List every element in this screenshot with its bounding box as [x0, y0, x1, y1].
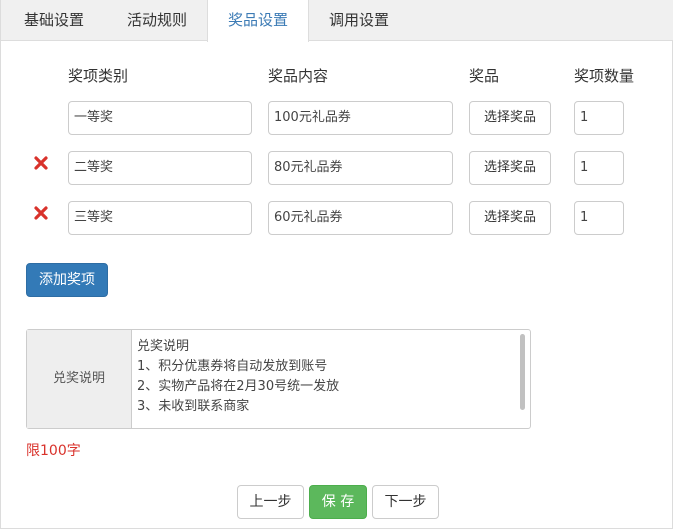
tab-bar: 基础设置 活动规则 奖品设置 调用设置: [1, 0, 673, 42]
redeem-description-textarea[interactable]: 兑奖说明 1、积分优惠券将自动发放到账号 2、实物产品将在2月30号统一发放 3…: [137, 337, 512, 417]
choose-prize-button[interactable]: 选择奖品: [469, 201, 551, 235]
choose-prize-button[interactable]: 选择奖品: [469, 101, 551, 135]
prize-settings-panel: 基础设置 活动规则 奖品设置 调用设置 奖项类别 奖品内容 奖品 奖项数量 一等…: [0, 0, 673, 529]
column-header-category: 奖项类别: [68, 67, 129, 85]
textarea-scrollbar[interactable]: [520, 334, 525, 410]
redeem-line: 3、未收到联系商家: [137, 399, 250, 414]
column-header-quantity: 奖项数量: [574, 67, 635, 85]
tab-prize-settings[interactable]: 奖品设置: [207, 0, 309, 42]
prize-category-input[interactable]: 三等奖: [68, 201, 252, 235]
prize-content-input[interactable]: 60元礼品券: [268, 201, 453, 235]
delete-row-icon[interactable]: [33, 155, 49, 171]
prize-content-input[interactable]: 80元礼品券: [268, 151, 453, 185]
prize-quantity-input[interactable]: 1: [574, 201, 624, 235]
redeem-description-label: 兑奖说明: [27, 330, 132, 428]
prize-quantity-input[interactable]: 1: [574, 101, 624, 135]
delete-row-icon[interactable]: [33, 205, 49, 221]
tab-activity-rules[interactable]: 活动规则: [107, 0, 207, 41]
previous-step-button[interactable]: 上一步: [237, 485, 304, 519]
prize-category-input[interactable]: 二等奖: [68, 151, 252, 185]
char-limit-hint: 限100字: [26, 443, 81, 459]
redeem-line: 1、积分优惠券将自动发放到账号: [137, 359, 328, 374]
prize-content-input[interactable]: 100元礼品券: [268, 101, 453, 135]
column-header-prize: 奖品: [469, 67, 500, 85]
tab-basic-settings[interactable]: 基础设置: [1, 0, 107, 41]
prize-category-input[interactable]: 一等奖: [68, 101, 252, 135]
redeem-description-group: 兑奖说明 兑奖说明 1、积分优惠券将自动发放到账号 2、实物产品将在2月30号统…: [26, 329, 531, 429]
tab-invoke-settings[interactable]: 调用设置: [309, 0, 409, 41]
column-header-content: 奖品内容: [268, 67, 329, 85]
next-step-button[interactable]: 下一步: [372, 485, 439, 519]
redeem-line: 兑奖说明: [137, 339, 190, 354]
add-prize-button[interactable]: 添加奖项: [26, 263, 108, 297]
save-button[interactable]: 保 存: [309, 485, 367, 519]
choose-prize-button[interactable]: 选择奖品: [469, 151, 551, 185]
redeem-line: 2、实物产品将在2月30号统一发放: [137, 379, 340, 394]
prize-quantity-input[interactable]: 1: [574, 151, 624, 185]
